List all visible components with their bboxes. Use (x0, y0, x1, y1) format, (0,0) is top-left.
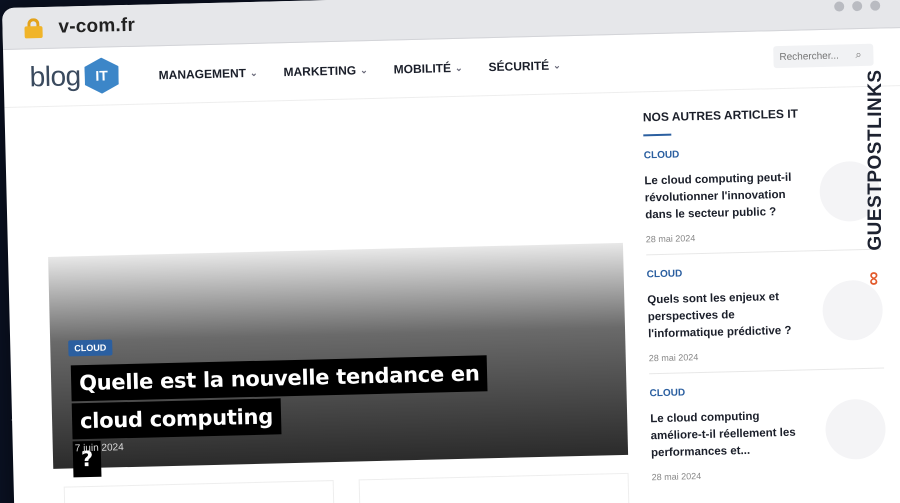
featured-date: 7 juin 2024 (74, 442, 124, 455)
main-nav: MANAGEMENT ⌄ MARKETING ⌄ MOBILITÉ ⌄ SÉCU… (159, 58, 561, 83)
browser-window: v-com.fr blog IT MANAGEMENT ⌄ MARKETING … (2, 0, 900, 503)
logo-hexagon-icon: IT (84, 57, 119, 94)
article-date: 28 mai 2024 (651, 471, 702, 483)
article-thumbnail[interactable] (821, 279, 884, 342)
nav-item-marketing[interactable]: MARKETING ⌄ (283, 63, 368, 79)
window-dot-icon[interactable] (852, 0, 863, 12)
nav-label: MARKETING (283, 63, 357, 80)
article-card-preview[interactable] (63, 480, 335, 503)
nav-item-management[interactable]: MANAGEMENT ⌄ (159, 66, 258, 82)
chevron-down-icon: ⌄ (454, 62, 463, 73)
article-title[interactable]: Le cloud computing peut-il révolutionner… (644, 170, 795, 225)
category-badge[interactable]: CLOUD (68, 339, 113, 357)
article-title[interactable]: Le cloud computing améliore-t-il réellem… (650, 408, 801, 463)
article-date: 28 mai 2024 (648, 352, 699, 364)
chevron-down-icon: ⌄ (553, 59, 561, 71)
article-category[interactable]: CLOUD (649, 383, 884, 399)
logo-text: blog (29, 60, 81, 93)
url-text[interactable]: v-com.fr (58, 14, 135, 38)
featured-article[interactable]: CLOUD Quelle est la nouvelle tendance en… (48, 242, 629, 478)
watermark: GUESTPOSTLINKS ∞ (858, 40, 894, 285)
link-icon: ∞ (862, 271, 885, 286)
watermark-text: GUESTPOSTLINKS (865, 69, 886, 251)
article-category[interactable]: CLOUD (644, 145, 879, 161)
window-dot-icon[interactable] (834, 1, 845, 12)
nav-label: MOBILITÉ (393, 61, 452, 77)
sidebar-article[interactable]: CLOUD Le cloud computing peut-il révolut… (643, 130, 882, 256)
nav-label: SÉCURITÉ (488, 58, 550, 75)
chevron-down-icon: ⌄ (249, 67, 258, 78)
article-thumbnail[interactable] (824, 398, 887, 460)
search-input[interactable] (779, 49, 854, 63)
sidebar: NOS AUTRES ARTICLES IT CLOUD Le cloud co… (643, 105, 887, 494)
article-title[interactable]: Quels sont les enjeux et perspectives de… (647, 289, 798, 344)
sidebar-heading: NOS AUTRES ARTICLES IT (642, 106, 799, 125)
sidebar-article[interactable]: CLOUD Le cloud computing améliore-t-il r… (649, 369, 887, 494)
nav-item-securite[interactable]: SÉCURITÉ ⌄ (488, 58, 561, 74)
window-dot-icon[interactable] (870, 0, 881, 11)
chevron-down-icon: ⌄ (360, 64, 368, 75)
article-date: 28 mai 2024 (645, 233, 696, 245)
featured-title-line[interactable]: Quelle est la nouvelle tendance en cloud… (70, 355, 488, 440)
window-controls (834, 0, 881, 12)
article-card-preview[interactable] (358, 472, 630, 503)
sidebar-article[interactable]: CLOUD Quels sont les enjeux et perspecti… (646, 249, 885, 375)
lock-icon (24, 17, 43, 38)
nav-item-mobilite[interactable]: MOBILITÉ ⌄ (393, 61, 463, 77)
nav-label: MANAGEMENT (158, 66, 247, 83)
site-logo[interactable]: blog IT (29, 57, 119, 95)
article-category[interactable]: CLOUD (647, 264, 882, 280)
featured-title[interactable]: Quelle est la nouvelle tendance en cloud… (70, 354, 514, 479)
